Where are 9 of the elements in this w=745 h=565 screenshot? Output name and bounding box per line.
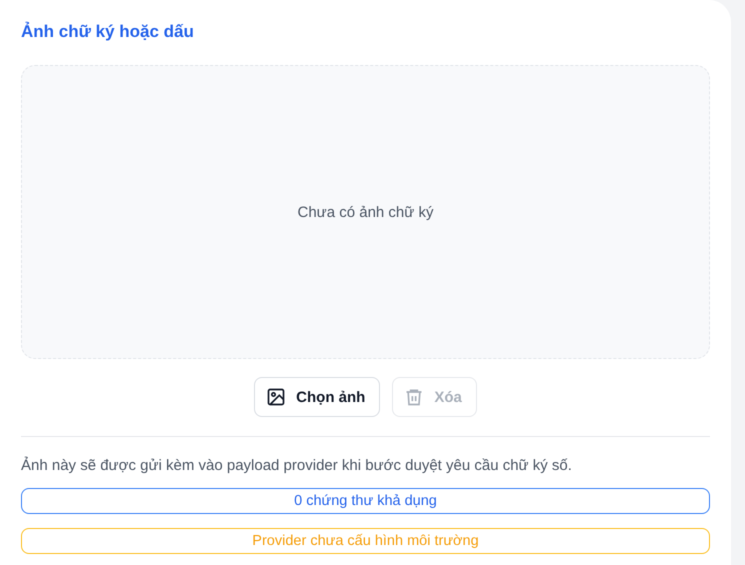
trash-icon [404,387,424,407]
status-badge: 0 chứng thư khả dụng [21,488,710,514]
image-dropzone[interactable]: Chưa có ảnh chữ ký [21,65,710,359]
choose-image-button[interactable]: Chọn ảnh [254,377,380,417]
empty-message: Chưa có ảnh chữ ký [298,204,434,220]
image-icon [266,387,286,407]
section-title: Ảnh chữ ký hoặc dấu [21,22,195,43]
help-text: Ảnh này sẽ được gửi kèm vào payload provider khi bước duyệt yêu cầu chữ ký số. [21,457,573,474]
warning-badge: Provider chưa cấu hình môi trường [21,528,710,554]
